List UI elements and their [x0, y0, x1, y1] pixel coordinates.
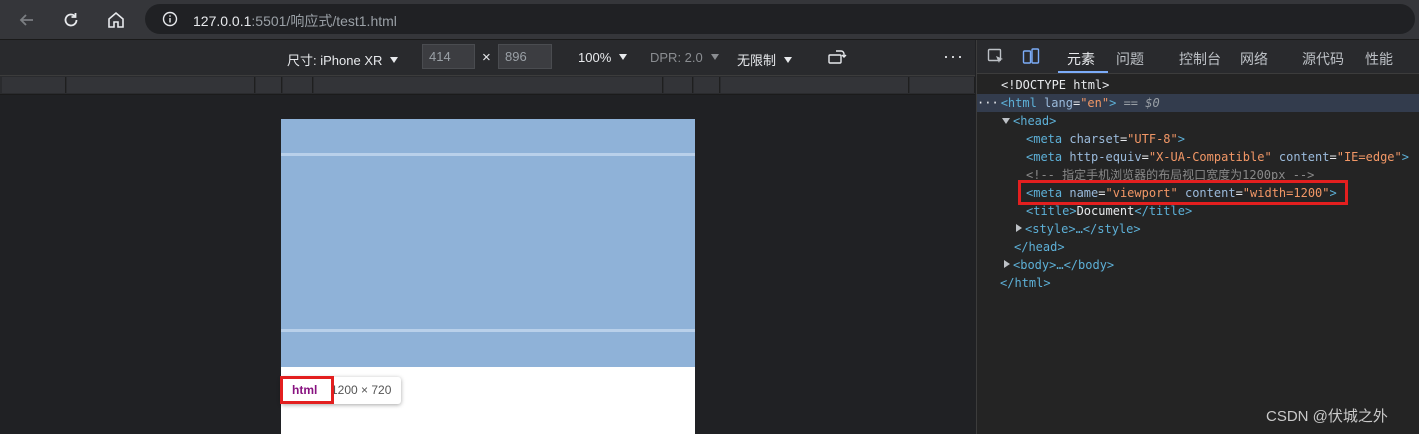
times-sign: × [482, 49, 491, 66]
device-label: 尺寸: iPhone XR [287, 53, 383, 68]
tooltip-size: 1200 × 720 [331, 383, 392, 397]
reload-button[interactable] [58, 7, 84, 33]
guide-line [281, 153, 695, 156]
inspect-element-icon[interactable] [987, 48, 1005, 66]
tab-elements[interactable]: 元素 [1067, 49, 1095, 69]
device-toolbar: 尺寸: iPhone XR 414 × 896 100% DPR: 2.0 无限… [0, 40, 975, 76]
ruler-segment[interactable] [2, 77, 66, 93]
browser-toolbar: 127.0.0.1:5501/响应式/test1.html [0, 0, 1419, 40]
ruler-segment[interactable] [664, 77, 693, 93]
device-select[interactable]: 尺寸: iPhone XR [287, 50, 399, 69]
guide-line [281, 329, 695, 332]
html-tag: <html [1000, 96, 1037, 110]
dom-node-html-close[interactable]: </html> [977, 274, 1419, 292]
style-tag: <style>…</style> [1025, 222, 1141, 236]
devtools-panel: 元素 问题 控制台 网络 源代码 性能 <!DOCTYPE html> ··· <… [976, 40, 1419, 434]
meta-viewport-red-highlight [1018, 180, 1348, 205]
url-host: 127.0.0.1 [193, 13, 252, 29]
url-text[interactable]: 127.0.0.1:5501/响应式/test1.html [193, 11, 397, 31]
selected-marker: == $0 [1123, 96, 1160, 110]
dom-node-doctype[interactable]: <!DOCTYPE html> [977, 76, 1419, 94]
throttle-select[interactable]: 无限制 [737, 50, 793, 69]
chevron-down-icon [710, 54, 719, 60]
dom-node-head[interactable]: <head> [977, 112, 1419, 130]
title-close-tag: </title> [1134, 204, 1193, 218]
dom-node-html[interactable]: ··· <html lang="en"> == $0 [977, 94, 1419, 112]
arrow-left-icon [19, 14, 33, 26]
dom-node-meta-http-equiv[interactable]: <meta http-equiv="X-UA-Compatible" conte… [977, 148, 1419, 166]
tab-issues[interactable]: 问题 [1116, 49, 1144, 69]
ruler-segment[interactable] [314, 77, 663, 93]
html-attr-value: "en" [1080, 96, 1110, 110]
attr-value: "IE=edge" [1336, 150, 1402, 164]
zoom-select[interactable]: 100% [578, 50, 628, 65]
throttle-label: 无限制 [737, 53, 777, 68]
active-tab-indicator [1058, 71, 1108, 73]
html-attr-name: lang [1044, 96, 1073, 110]
dom-node-head-close[interactable]: </head> [977, 238, 1419, 256]
dpr-select[interactable]: DPR: 2.0 [650, 50, 719, 65]
attr-name: http-equiv [1069, 150, 1142, 164]
height-input[interactable]: 896 [498, 44, 552, 69]
tab-network[interactable]: 网络 [1240, 49, 1268, 69]
attr-value: "UTF-8" [1127, 132, 1178, 146]
ruler-segment[interactable] [256, 77, 282, 93]
chevron-down-icon [784, 57, 793, 63]
attr-value: "X-UA-Compatible" [1148, 150, 1272, 164]
html-close-tag: </html> [1000, 276, 1051, 290]
ruler-segment[interactable] [283, 77, 313, 93]
rotate-icon[interactable] [827, 48, 847, 66]
meta-tag: <meta [1026, 150, 1063, 164]
doctype-text: <!DOCTYPE html> [1001, 78, 1110, 92]
ellipsis-icon[interactable]: ··· [977, 96, 999, 110]
ruler-segment[interactable] [721, 77, 909, 93]
dom-node-meta-charset[interactable]: <meta charset="UTF-8"> [977, 130, 1419, 148]
dpr-label: DPR: 2.0 [650, 50, 703, 65]
device-toolbar-icon[interactable] [1022, 48, 1040, 66]
attr-name: content [1278, 150, 1330, 164]
dom-node-style[interactable]: <style>…</style> [977, 220, 1419, 238]
watermark: CSDN @伏城之外 [1266, 408, 1388, 425]
width-input[interactable]: 414 [422, 44, 475, 69]
tooltip-red-highlight [280, 376, 334, 404]
head-close-tag: </head> [1014, 240, 1065, 254]
html-highlight-overlay [281, 119, 695, 367]
zoom-label: 100% [578, 50, 612, 65]
ruler-segment[interactable] [910, 77, 975, 93]
tab-console[interactable]: 控制台 [1179, 49, 1221, 69]
chevron-down-icon [619, 54, 628, 60]
expand-triangle-icon[interactable] [1002, 118, 1010, 124]
tab-performance[interactable]: 性能 [1365, 49, 1393, 69]
expand-triangle-icon[interactable] [1016, 224, 1022, 232]
media-query-ruler [0, 76, 975, 95]
title-open-tag: <title> [1026, 204, 1077, 218]
url-path: :5501/响应式/test1.html [251, 13, 397, 29]
chevron-down-icon [390, 57, 399, 63]
home-button[interactable] [103, 7, 129, 33]
ruler-segment[interactable] [694, 77, 720, 93]
meta-tag: <meta [1026, 132, 1063, 146]
dom-node-body[interactable]: <body>…</body> [977, 256, 1419, 274]
ruler-segment[interactable] [67, 77, 255, 93]
expand-triangle-icon[interactable] [1004, 260, 1010, 268]
info-icon[interactable] [162, 11, 178, 27]
body-tag: <body>…</body> [1013, 258, 1115, 272]
head-tag: <head> [1013, 114, 1057, 128]
title-text: Document [1076, 204, 1135, 218]
reload-icon [64, 13, 78, 27]
tab-sources[interactable]: 源代码 [1302, 49, 1344, 69]
more-options-icon[interactable]: ··· [943, 46, 964, 67]
devtools-tabbar: 元素 问题 控制台 网络 源代码 性能 [977, 40, 1419, 74]
home-icon [108, 11, 124, 28]
back-button[interactable] [14, 7, 40, 33]
attr-name: charset [1069, 132, 1120, 146]
